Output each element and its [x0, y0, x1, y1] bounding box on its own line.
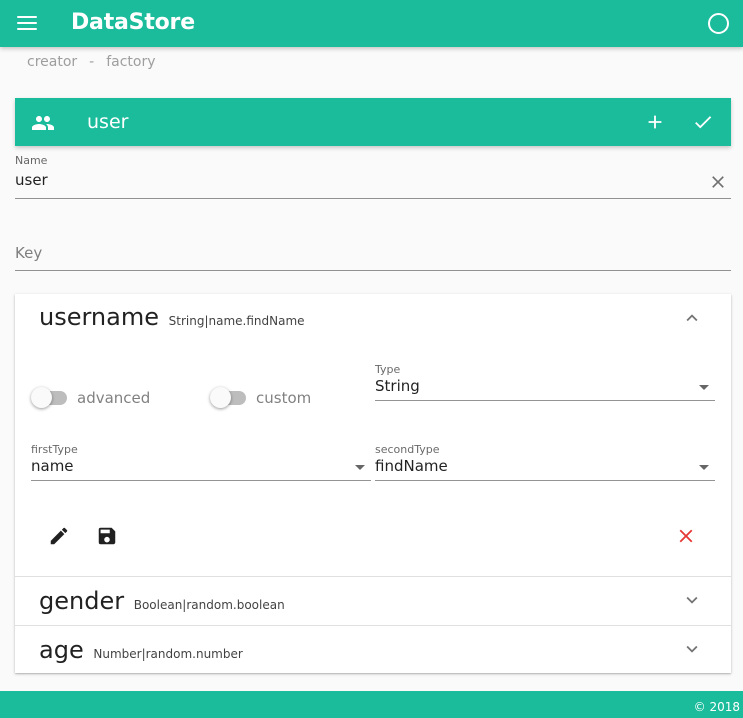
type-select-value[interactable]: String [375, 377, 420, 395]
name-field-underline [15, 198, 731, 199]
custom-toggle-label: custom [256, 389, 312, 407]
name-field-value[interactable]: user [15, 171, 731, 189]
breadcrumb: creator - factory [27, 54, 156, 70]
key-field-placeholder[interactable]: Key [15, 244, 731, 262]
section-title: user [87, 111, 129, 133]
copyright-text: © 2018 [693, 700, 740, 714]
dropdown-arrow-icon[interactable] [699, 465, 709, 470]
key-field[interactable]: Key [15, 244, 731, 271]
field-type-desc: String|name.findName [168, 314, 305, 328]
dropdown-arrow-icon[interactable] [699, 385, 709, 390]
close-icon[interactable] [708, 172, 728, 192]
pencil-icon[interactable] [48, 525, 70, 547]
first-type-select[interactable]: firstType name [31, 443, 371, 483]
key-field-underline [15, 270, 731, 271]
second-type-select[interactable]: secondType findName [375, 443, 715, 483]
second-type-select-underline [375, 480, 715, 481]
menu-icon[interactable] [17, 14, 37, 32]
footer: © 2018 [0, 691, 743, 718]
field-header-gender[interactable]: gender Boolean|random.boolean [39, 587, 285, 615]
fields-panel: username String|name.findName advanced c… [15, 294, 731, 673]
custom-toggle[interactable] [210, 387, 248, 409]
first-type-select-underline [31, 480, 371, 481]
field-header-username[interactable]: username String|name.findName [39, 303, 305, 331]
panel-divider [15, 576, 731, 577]
people-icon [32, 116, 54, 130]
field-header-age[interactable]: age Number|random.number [39, 636, 243, 664]
chevron-up-icon[interactable] [681, 307, 703, 329]
name-field[interactable]: Name user [15, 154, 731, 199]
account-circle-icon[interactable] [708, 13, 729, 34]
section-header: user [15, 98, 731, 146]
add-icon[interactable] [644, 111, 666, 133]
first-type-select-value[interactable]: name [31, 457, 74, 475]
field-name: gender [39, 587, 125, 615]
chevron-down-icon[interactable] [681, 638, 703, 660]
delete-close-icon[interactable] [675, 525, 697, 547]
dropdown-arrow-icon[interactable] [355, 465, 365, 470]
name-field-label: Name [15, 154, 48, 167]
floppy-disk-icon[interactable] [96, 525, 118, 547]
breadcrumb-item-factory[interactable]: factory [106, 54, 155, 70]
first-type-select-label: firstType [31, 443, 78, 456]
custom-toggle-thumb [210, 387, 231, 408]
field-type-desc: Number|random.number [93, 647, 243, 661]
second-type-select-value[interactable]: findName [375, 457, 448, 475]
chevron-down-icon[interactable] [681, 589, 703, 611]
app-title: DataStore [71, 10, 195, 35]
type-select[interactable]: Type String [375, 363, 715, 403]
field-type-desc: Boolean|random.boolean [133, 598, 285, 612]
field-name: age [39, 636, 84, 664]
breadcrumb-item-creator[interactable]: creator [27, 54, 77, 70]
breadcrumb-separator: - [89, 54, 95, 70]
field-name: username [39, 303, 159, 331]
type-select-underline [375, 400, 715, 401]
advanced-toggle-thumb [31, 387, 52, 408]
app-bar: DataStore [0, 0, 743, 47]
second-type-select-label: secondType [375, 443, 440, 456]
advanced-toggle[interactable] [31, 387, 69, 409]
panel-divider [15, 625, 731, 626]
advanced-toggle-label: advanced [77, 389, 151, 407]
type-select-label: Type [375, 363, 401, 376]
check-icon[interactable] [692, 111, 714, 133]
